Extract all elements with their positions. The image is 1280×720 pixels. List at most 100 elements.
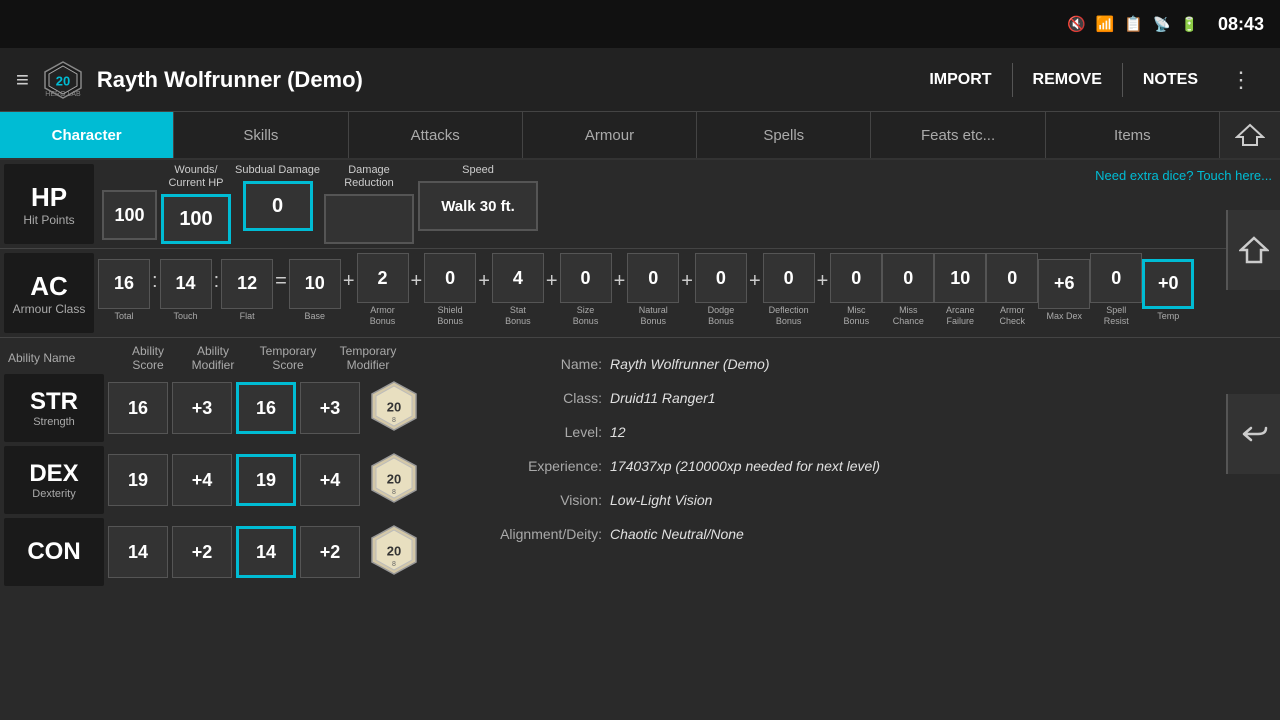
- ac-col-miss-chance: 0MissChance: [882, 253, 934, 327]
- stat-tempmod-str[interactable]: +3: [300, 382, 360, 434]
- ac-value-8[interactable]: 0: [627, 253, 679, 303]
- char-vision-value: Low-Light Vision: [610, 486, 712, 514]
- ac-value-4[interactable]: 2: [357, 253, 409, 303]
- ability-col-header-name: Ability Name: [8, 351, 118, 365]
- ac-sublabel-15: Max Dex: [1047, 311, 1083, 322]
- char-class-value: Druid11 Ranger1: [610, 384, 716, 412]
- sim-icon: 📋: [1124, 15, 1143, 33]
- ac-section: AC Armour Class 16Total:14Touch:12Flat=1…: [0, 249, 1280, 338]
- stat-score-con[interactable]: 14: [108, 526, 168, 578]
- ac-separator-plus-4: +: [341, 270, 357, 311]
- ac-value-0[interactable]: 16: [98, 259, 150, 309]
- ac-value-3[interactable]: 10: [289, 259, 341, 309]
- ac-abbr: AC: [30, 271, 68, 302]
- stat-abbr-str: STR: [30, 388, 78, 416]
- ac-value-9[interactable]: 0: [695, 253, 747, 303]
- stat-tempscore-str[interactable]: 16: [236, 382, 296, 434]
- ac-value-1[interactable]: 14: [160, 259, 212, 309]
- ability-rows: STRStrength16+316+3 20 8 DEXDexterity19+…: [4, 374, 474, 586]
- char-experience-value: 174037xp (210000xp needed for next level…: [610, 452, 880, 480]
- tab-spells[interactable]: Spells: [697, 112, 871, 158]
- dice-dex[interactable]: 20 8: [368, 452, 420, 509]
- app-bar-actions: IMPORT REMOVE NOTES: [909, 63, 1218, 97]
- hp-dmgred-value[interactable]: [324, 194, 414, 244]
- hp-speed-header: Speed: [462, 164, 494, 177]
- stat-modifier-con[interactable]: +2: [172, 526, 232, 578]
- stat-box-dex: DEXDexterity: [4, 446, 104, 514]
- ac-separator-eq: =: [273, 270, 289, 311]
- stat-score-str[interactable]: 16: [108, 382, 168, 434]
- ac-value-10[interactable]: 0: [763, 253, 815, 303]
- ac-value-2[interactable]: 12: [221, 259, 273, 309]
- ac-sublabel-9: DodgeBonus: [708, 305, 735, 327]
- ac-value-14[interactable]: 0: [986, 253, 1038, 303]
- ac-sublabel-12: MissChance: [893, 305, 924, 327]
- import-button[interactable]: IMPORT: [909, 63, 1012, 97]
- ac-sublabel-5: ShieldBonus: [437, 305, 463, 327]
- ac-value-16[interactable]: 0: [1090, 253, 1142, 303]
- dice-con[interactable]: 20 8: [368, 524, 420, 581]
- ac-col-misc-bonus: 0MiscBonus: [830, 253, 882, 327]
- stat-tempscore-con[interactable]: 14: [236, 526, 296, 578]
- tab-attacks[interactable]: Attacks: [349, 112, 523, 158]
- remove-button[interactable]: REMOVE: [1013, 63, 1123, 97]
- stat-tempmod-con[interactable]: +2: [300, 526, 360, 578]
- ability-left-panel: Ability Name AbilityScore AbilityModifie…: [4, 342, 474, 590]
- mute-icon: 🔇: [1067, 15, 1086, 33]
- stat-score-dex[interactable]: 19: [108, 454, 168, 506]
- home-side-button[interactable]: [1226, 210, 1280, 290]
- svg-text:20: 20: [387, 471, 401, 486]
- stat-tempmod-dex[interactable]: +4: [300, 454, 360, 506]
- char-alignment-row: Alignment/Deity:Chaotic Neutral/None: [490, 520, 1264, 548]
- stat-tempscore-dex[interactable]: 19: [236, 454, 296, 506]
- status-icons: 🔇 📶 📋 📡 🔋: [1067, 15, 1198, 33]
- ac-separator-plus-7: +: [544, 270, 560, 311]
- app-logo: 20 HERO LAB: [41, 58, 85, 102]
- hp-wounds-value[interactable]: 100: [161, 194, 231, 244]
- ac-col-shield-bonus: 0ShieldBonus: [424, 253, 476, 327]
- stat-modifier-str[interactable]: +3: [172, 382, 232, 434]
- tab-armour[interactable]: Armour: [523, 112, 697, 158]
- ability-header-row: Ability Name AbilityScore AbilityModifie…: [4, 342, 474, 374]
- ac-value-12[interactable]: 0: [882, 253, 934, 303]
- ac-value-11[interactable]: 0: [830, 253, 882, 303]
- tab-skills[interactable]: Skills: [174, 112, 348, 158]
- ac-value-6[interactable]: 4: [492, 253, 544, 303]
- hp-section: HP Hit Points 100 Wounds/Current HP 100 …: [0, 160, 1280, 249]
- ability-col-header-tempmod: TemporaryModifier: [328, 344, 408, 372]
- ac-value-17[interactable]: +0: [1142, 259, 1194, 309]
- ac-separator-plus-9: +: [679, 270, 695, 311]
- svg-text:8: 8: [392, 561, 396, 568]
- char-name-value: Rayth Wolfrunner (Demo): [610, 350, 770, 378]
- tab-items[interactable]: Items: [1046, 112, 1220, 158]
- stat-box-str: STRStrength: [4, 374, 104, 442]
- dice-link[interactable]: Need extra dice? Touch here...: [1095, 168, 1272, 183]
- hamburger-menu[interactable]: ≡: [16, 67, 29, 93]
- hp-subdual-value[interactable]: 0: [243, 181, 313, 231]
- char-level-label: Level:: [490, 418, 610, 446]
- stat-modifier-dex[interactable]: +4: [172, 454, 232, 506]
- ac-value-15[interactable]: +6: [1038, 259, 1090, 309]
- more-options-button[interactable]: ⋮: [1218, 59, 1264, 101]
- char-class-label: Class:: [490, 384, 610, 412]
- ac-value-13[interactable]: 10: [934, 253, 986, 303]
- ac-label: AC Armour Class: [4, 253, 94, 333]
- ac-col-natural-bonus: 0NaturalBonus: [627, 253, 679, 327]
- tab-feats[interactable]: Feats etc...: [871, 112, 1045, 158]
- svg-text:HERO LAB: HERO LAB: [45, 90, 81, 97]
- ac-separator-plus-6: +: [476, 270, 492, 311]
- ac-value-7[interactable]: 0: [560, 253, 612, 303]
- ac-separator-plus-10: +: [747, 270, 763, 311]
- tab-character[interactable]: Character: [0, 112, 174, 158]
- back-side-button[interactable]: [1226, 394, 1280, 474]
- ac-sublabel-11: MiscBonus: [844, 305, 870, 327]
- ac-col-flat: 12Flat: [221, 259, 273, 322]
- ac-col-dodge-bonus: 0DodgeBonus: [695, 253, 747, 327]
- ac-value-5[interactable]: 0: [424, 253, 476, 303]
- stat-box-con: CON: [4, 518, 104, 586]
- ability-col-header-tempscore: TemporaryScore: [248, 344, 328, 372]
- tab-extra: [1220, 112, 1280, 158]
- dice-str[interactable]: 20 8: [368, 380, 420, 437]
- notes-button[interactable]: NOTES: [1123, 63, 1218, 97]
- hp-current-value[interactable]: 100: [102, 190, 157, 240]
